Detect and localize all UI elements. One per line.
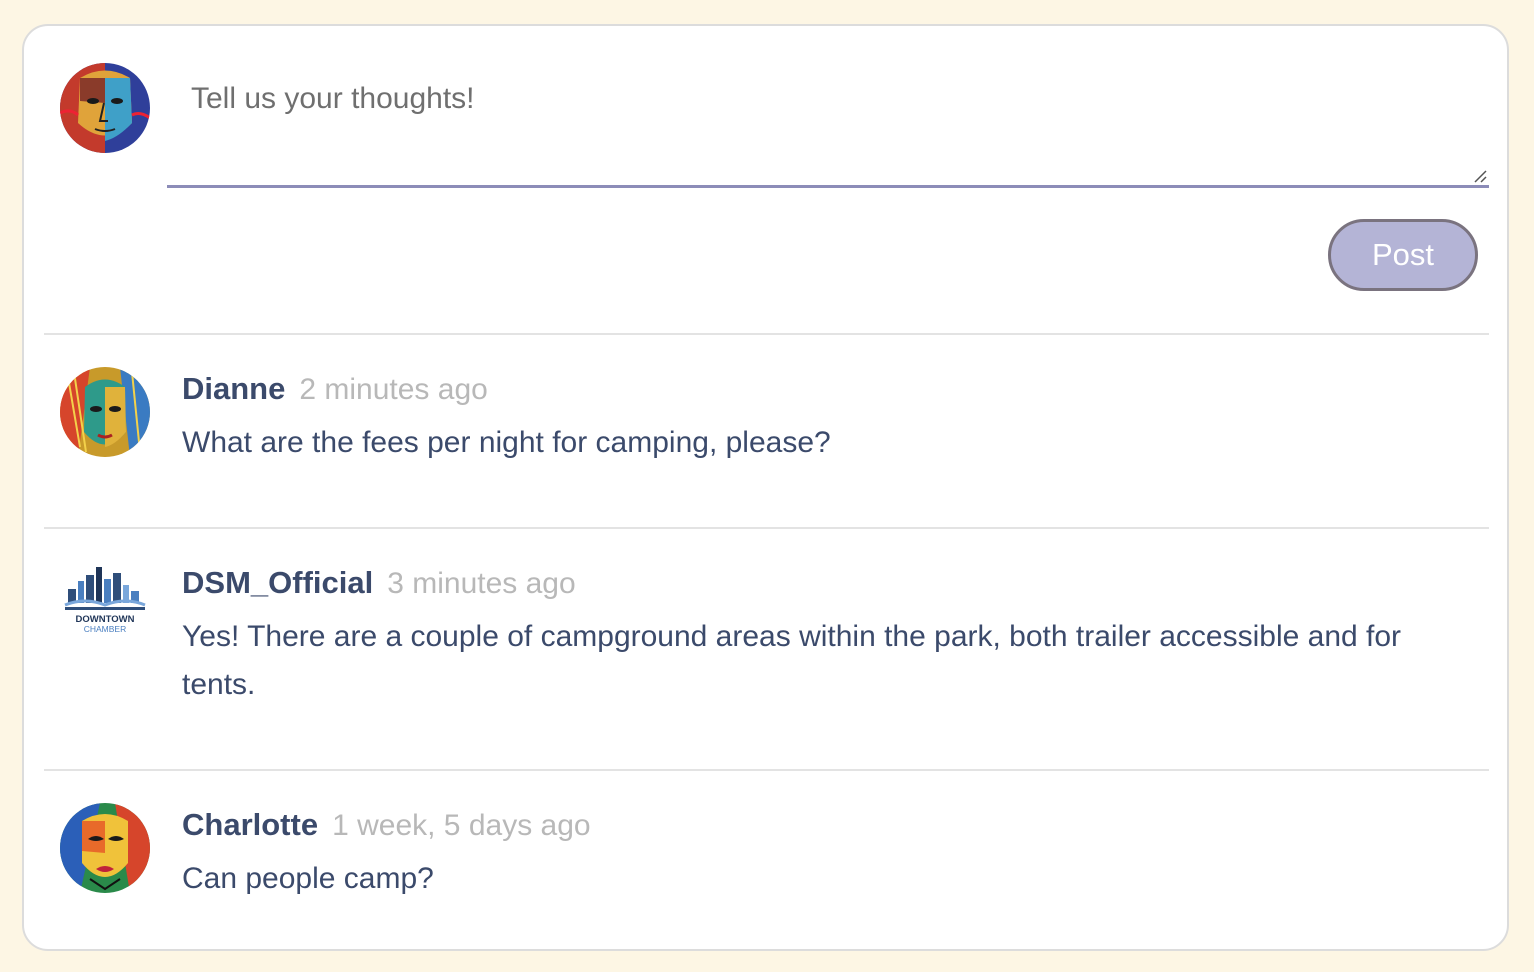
comment-text: Yes! There are a couple of campground ar… [182,620,1402,701]
city-skyline-logo-icon: DOWNTOWN CHAMBER [60,561,150,651]
comment-author[interactable]: Dianne [182,371,285,406]
comment-author[interactable]: Charlotte [182,807,318,842]
comment-text: What are the fees per night for camping,… [182,426,831,459]
comment-input[interactable] [167,64,1489,185]
divider [44,527,1489,529]
comments-card: Post Dianne 2 minutes ago What are the fe… [22,24,1509,951]
comment-meta: Dianne 2 minutes ago [182,371,488,407]
divider [44,769,1489,771]
comment-item: Charlotte 1 week, 5 days ago Can people c… [24,803,1507,943]
current-user-avatar [60,63,150,153]
abstract-face-portrait-icon [60,803,150,893]
comment-text: Can people camp? [182,862,434,895]
comment-item: Dianne 2 minutes ago What are the fees pe… [24,367,1507,527]
comment-composer: Post [24,26,1507,334]
logo-line2: CHAMBER [84,624,127,634]
comment-timestamp: 3 minutes ago [387,567,576,600]
comment-meta: Charlotte 1 week, 5 days ago [182,807,591,843]
post-button[interactable]: Post [1328,219,1478,291]
resize-handle-icon[interactable] [1471,167,1487,183]
comment-author[interactable]: DSM_Official [182,565,373,600]
comment-item: DOWNTOWN CHAMBER DSM_Official 3 minutes a… [24,561,1507,769]
comment-timestamp: 2 minutes ago [299,373,488,406]
divider [44,333,1489,335]
comment-timestamp: 1 week, 5 days ago [332,809,591,842]
downtown-chamber-logo: DOWNTOWN CHAMBER [60,561,150,651]
comment-input-wrapper [167,64,1489,188]
charlotte-avatar [60,803,150,893]
abstract-face-portrait-icon [60,63,150,153]
dianne-avatar [60,367,150,457]
abstract-woman-portrait-icon [60,367,150,457]
comment-meta: DSM_Official 3 minutes ago [182,565,576,601]
